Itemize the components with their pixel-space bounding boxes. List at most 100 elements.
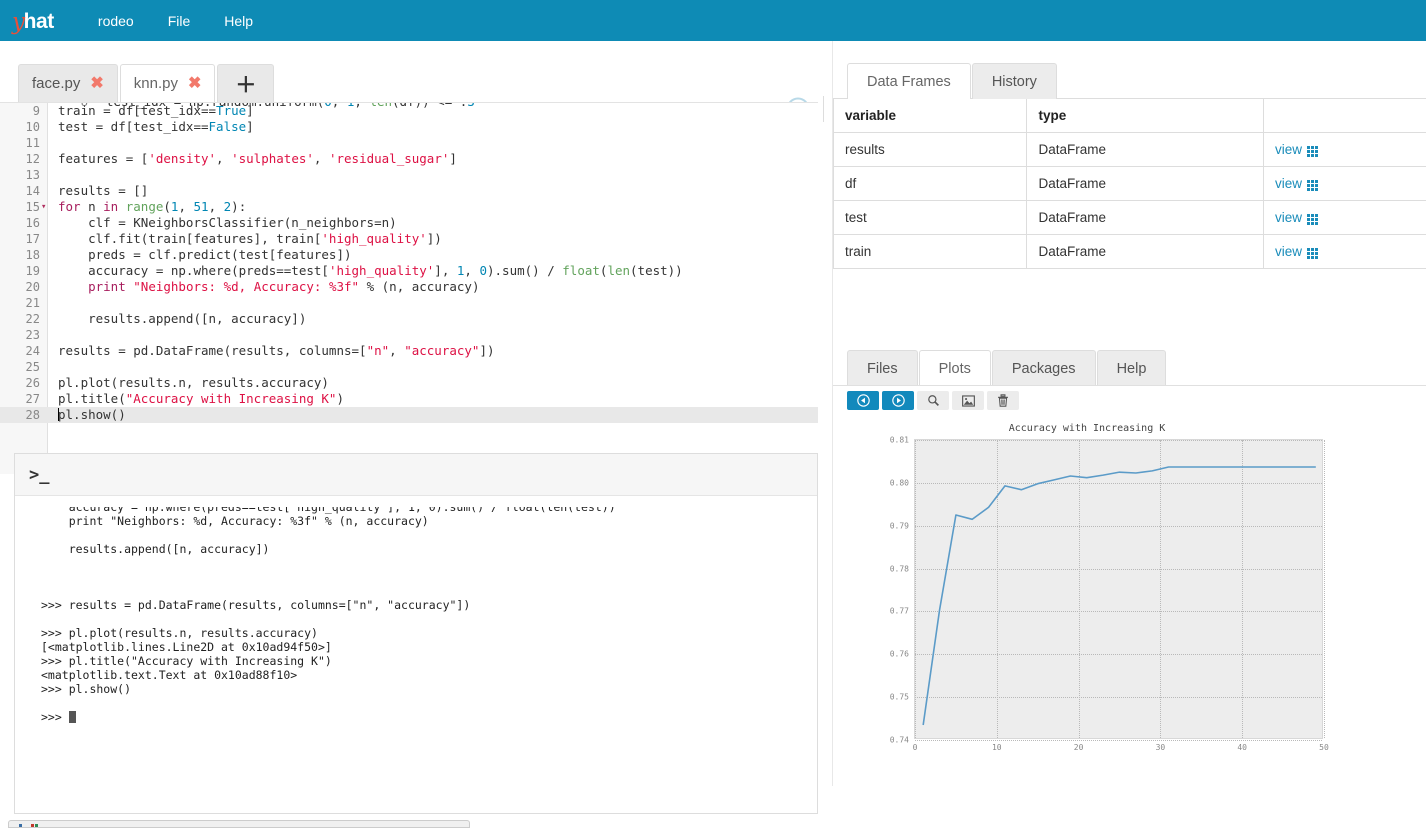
tab-history[interactable]: History [972, 63, 1057, 99]
editor-tab-knn-py[interactable]: knn.py ✖ [120, 64, 216, 102]
code-text: results.append([n, accuracy]) [58, 311, 306, 327]
console-line: >>> results = pd.DataFrame(results, colu… [41, 598, 817, 612]
code-text: preds = clf.predict(test[features]) [58, 247, 352, 263]
column-header-variable: variable [834, 99, 1027, 133]
x-axis-tick-label: 20 [1074, 743, 1084, 752]
code-line: 14results = [] [0, 183, 818, 199]
grid-icon [1307, 213, 1318, 224]
editor-tab-face-py[interactable]: face.py ✖ [18, 64, 118, 102]
toolbar-divider [823, 96, 824, 122]
next-plot-button[interactable] [882, 391, 914, 410]
code-line: 28pl.show() [0, 407, 818, 423]
cell-variable: df [834, 167, 1027, 201]
zoom-plot-button[interactable] [917, 391, 949, 410]
menu-item-rodeo[interactable]: rodeo [84, 9, 148, 33]
code-editor[interactable]: 8test_idx = np.random.uniform(0, 1, len(… [0, 102, 818, 474]
status-strip [8, 820, 470, 828]
code-line: 13 [0, 167, 818, 183]
view-label: view [1275, 210, 1302, 225]
status-indicator [35, 824, 38, 828]
y-axis-tick-label: 0.77 [890, 607, 909, 616]
code-text: train = df[test_idx==True] [58, 103, 254, 119]
code-lines: 9train = df[test_idx==True]10test = df[t… [0, 103, 818, 423]
y-axis-tick-label: 0.79 [890, 521, 909, 530]
logo-text: hat [24, 10, 54, 34]
cell-type: DataFrame [1027, 201, 1264, 235]
dataframes-panel: Data Frames History variable type result… [833, 63, 1426, 269]
tab-plots[interactable]: Plots [919, 350, 991, 386]
editor-tab-label: face.py [32, 75, 80, 92]
y-axis-tick-label: 0.75 [890, 693, 909, 702]
line-number: 9 [0, 103, 40, 119]
console-line-list: print "Neighbors: %d, Accuracy: %3f" % (… [41, 514, 817, 710]
save-plot-button[interactable] [952, 391, 984, 410]
console-line [41, 612, 817, 626]
grid-icon [1307, 179, 1318, 190]
console-line [41, 584, 817, 598]
line-number: 18 [0, 247, 40, 263]
y-axis-tick-label: 0.80 [890, 478, 909, 487]
line-number: 17 [0, 231, 40, 247]
cell-type: DataFrame [1027, 133, 1264, 167]
console-output[interactable]: accuracy = np.where(preds==test['high_qu… [15, 496, 817, 813]
delete-plot-button[interactable] [987, 391, 1019, 410]
code-line: 22 results.append([n, accuracy]) [0, 311, 818, 327]
previous-plot-button[interactable] [847, 391, 879, 410]
line-number: 13 [0, 167, 40, 183]
console-line: results.append([n, accuracy]) [41, 542, 817, 556]
console-line: print "Neighbors: %d, Accuracy: %3f" % (… [41, 514, 817, 528]
column-header-type: type [1027, 99, 1264, 133]
code-text: clf.fit(train[features], train['high_qua… [58, 231, 442, 247]
code-text: results = [] [58, 183, 148, 199]
logo-y-glyph: y [12, 9, 25, 35]
code-line: 21 [0, 295, 818, 311]
code-line: 26pl.plot(results.n, results.accuracy) [0, 375, 818, 391]
console-line: >>> pl.plot(results.n, results.accuracy) [41, 626, 817, 640]
cell-actions: view [1264, 167, 1426, 201]
view-label: view [1275, 176, 1302, 191]
code-line: 18 preds = clf.predict(test[features]) [0, 247, 818, 263]
console-clipped-line: accuracy = np.where(preds==test['high_qu… [41, 507, 817, 514]
grid-icon [1307, 247, 1318, 258]
tab-help[interactable]: Help [1097, 350, 1167, 386]
terminal-prompt-icon: >_ [29, 465, 49, 485]
tab-files[interactable]: Files [847, 350, 918, 386]
text-cursor [58, 408, 59, 421]
x-axis-tick-label: 10 [992, 743, 1002, 752]
console-panel[interactable]: >_ accuracy = np.where(preds==test['high… [14, 453, 818, 814]
view-dataframe-link[interactable]: view [1275, 210, 1318, 225]
view-dataframe-link[interactable]: view [1275, 176, 1318, 191]
menu-item-file[interactable]: File [154, 9, 205, 33]
x-axis-tick-label: 50 [1319, 743, 1329, 752]
code-line: 15▾for n in range(1, 51, 2): [0, 199, 818, 215]
console-line [41, 570, 817, 584]
chart-title: Accuracy with Increasing K [847, 423, 1327, 434]
dataframes-table: variable type resultsDataFrameviewdfData… [833, 98, 1426, 269]
view-label: view [1275, 142, 1302, 157]
console-line: >>> pl.show() [41, 682, 817, 696]
view-dataframe-link[interactable]: view [1275, 142, 1318, 157]
line-number: 16 [0, 215, 40, 231]
table-row: dfDataFrameview [834, 167, 1426, 201]
view-dataframe-link[interactable]: view [1275, 244, 1318, 259]
line-number: 19 [0, 263, 40, 279]
text-cursor [69, 711, 76, 723]
y-axis-tick-label: 0.78 [890, 564, 909, 573]
editor-tab-label: knn.py [134, 75, 178, 92]
code-line: 9 train = df[test_idx==True] [0, 103, 818, 119]
view-label: view [1275, 244, 1302, 259]
status-indicator [31, 824, 34, 828]
console-line: [<matplotlib.lines.Line2D at 0x10ad94f50… [41, 640, 817, 654]
code-text: clf = KNeighborsClassifier(n_neighbors=n… [58, 215, 397, 231]
line-number: 24 [0, 343, 40, 359]
console-active-prompt[interactable]: >>> [41, 710, 817, 724]
fold-arrow-icon[interactable]: ▾ [41, 199, 46, 215]
new-tab-button[interactable]: ＋ [217, 64, 274, 102]
tab-packages[interactable]: Packages [992, 350, 1096, 386]
tab-data-frames[interactable]: Data Frames [847, 63, 971, 99]
menu-item-help[interactable]: Help [210, 9, 267, 33]
close-icon[interactable]: ✖ [188, 76, 201, 92]
status-indicator [19, 824, 22, 828]
x-axis-tick-label: 30 [1156, 743, 1166, 752]
close-icon[interactable]: ✖ [90, 76, 103, 92]
